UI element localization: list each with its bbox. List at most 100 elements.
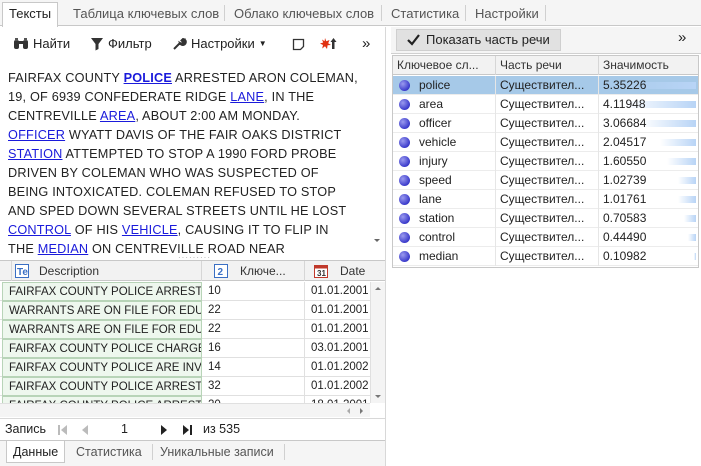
tab-data[interactable]: Данные — [6, 441, 66, 463]
grid-vertical-scrollbar[interactable] — [370, 282, 385, 403]
keyword-row[interactable]: vehicle Существител... 2.04517 — [393, 133, 698, 152]
keyword-link[interactable]: LANE — [230, 90, 264, 104]
significance-cell: 0.10982 — [599, 247, 698, 266]
current-record-field[interactable]: 1 — [121, 422, 128, 436]
significance-value: 1.01761 — [603, 192, 647, 206]
keyword-text: police — [419, 78, 451, 92]
keyword-link[interactable]: POLICE — [124, 71, 172, 85]
date-cell: 01.01.2001 — [311, 285, 369, 297]
column-description-header[interactable]: Te Description — [12, 261, 202, 281]
keyword-text: station — [419, 211, 455, 225]
table-row[interactable]: FAIRFAX COUNTY POLICE ARRESTED 32 01.01.20… — [0, 377, 370, 396]
keyword-row[interactable]: speed Существител... 1.02739 — [393, 171, 698, 190]
keyword-row[interactable]: injury Существител... 1.60550 — [393, 152, 698, 171]
vertical-splitter[interactable] — [385, 27, 391, 466]
tab-keyword-table[interactable]: Таблица ключевых слов — [66, 2, 226, 26]
scroll-right-arrow-icon[interactable] — [358, 406, 366, 416]
keyword-row[interactable]: area Существител... 4.11948 — [393, 95, 698, 114]
keys-cell: 32 — [203, 377, 305, 396]
tab-settings[interactable]: Настройки — [468, 2, 546, 26]
keywords-toolbar: Показать часть речи » — [391, 27, 701, 54]
column-keyword-header[interactable]: Ключевое сл... — [393, 56, 496, 75]
part-of-speech-cell: Существител... — [496, 209, 599, 228]
part-of-speech-cell: Существител... — [496, 228, 599, 247]
keyword-row[interactable]: officer Существител... 3.06684 — [393, 114, 698, 133]
settings-dropdown-button[interactable]: Настройки ▼ — [172, 34, 267, 54]
column-significance-header[interactable]: Значимость — [599, 56, 698, 75]
keys-cell: 22 — [203, 320, 305, 339]
keyword-text: officer — [419, 116, 452, 130]
filter-button[interactable]: Фильтр — [90, 34, 152, 54]
text-column-icon: Te — [15, 264, 29, 278]
more-overflow-icon[interactable]: » — [362, 34, 370, 54]
keyword-link[interactable]: OFFICER — [8, 128, 65, 142]
scroll-up-arrow-icon[interactable] — [373, 284, 383, 292]
keyword-row[interactable]: police Существител... 5.35226 — [393, 76, 698, 95]
keyword-text: vehicle — [419, 135, 457, 149]
find-label: Найти — [33, 36, 71, 51]
part-of-speech-cell: Существител... — [496, 95, 599, 114]
keyword-text: control — [419, 230, 456, 244]
chevron-down-icon: ▼ — [258, 39, 267, 48]
grid-horizontal-scrollbar[interactable] — [0, 403, 370, 417]
settings-label: Настройки — [191, 36, 255, 51]
keyword-cell: vehicle — [393, 133, 496, 152]
significance-value: 1.02739 — [603, 173, 647, 187]
column-date-header[interactable]: 31 Date — [305, 261, 385, 281]
text-segment: WYATT DAVIS OF THE FAIR OAKS DISTRICT — [65, 128, 342, 142]
note-icon — [292, 38, 305, 51]
table-row[interactable]: WARRANTS ARE ON FILE FOR EDUARDO22 01.01.… — [0, 320, 370, 339]
text-segment: FAIRFAX COUNTY — [8, 71, 124, 85]
column-part-of-speech-header[interactable]: Часть речи — [496, 56, 599, 75]
highlight-keywords-button[interactable] — [319, 34, 341, 54]
tab-texts[interactable]: Тексты — [2, 2, 59, 27]
records-grid: Te Description 2 Ключе... 31 Date FAIRFAX C… — [0, 260, 385, 417]
find-button[interactable]: Найти — [13, 34, 70, 54]
keyword-row[interactable]: median Существител... 0.10982 — [393, 247, 698, 266]
tab-unique-records[interactable]: Уникальные записи — [154, 441, 280, 463]
svg-text:Te: Te — [17, 267, 28, 278]
scroll-left-arrow-icon[interactable] — [344, 406, 352, 416]
keyword-link[interactable]: STATION — [8, 147, 63, 161]
column-keys-header[interactable]: 2 Ключе... — [202, 261, 305, 281]
part-of-speech-cell: Существител... — [496, 152, 599, 171]
next-record-icon[interactable] — [158, 424, 170, 436]
row-indicator-header — [0, 261, 12, 281]
table-row[interactable]: FAIRFAX COUNTY POLICE ARRESTED 10 01.01.20… — [0, 282, 370, 301]
keyword-link[interactable]: AREA — [100, 109, 135, 123]
significance-bar — [684, 215, 696, 222]
keyword-link[interactable]: VEHICLE — [122, 223, 178, 237]
first-record-icon[interactable] — [57, 424, 69, 436]
description-cell: FAIRFAX COUNTY POLICE ARRESTED — [2, 282, 202, 301]
text-scrollbar[interactable] — [370, 62, 385, 255]
description-cell: FAIRFAX COUNTY POLICE CHARGED — [2, 339, 202, 358]
number-column-icon: 2 — [214, 264, 228, 278]
keyword-row[interactable]: control Существител... 0.44490 — [393, 228, 698, 247]
note-button[interactable] — [292, 34, 309, 54]
part-of-speech-cell: Существител... — [496, 171, 599, 190]
keyword-row[interactable]: station Существител... 0.70583 — [393, 209, 698, 228]
table-row[interactable]: WARRANTS ARE ON FILE FOR EDUARDO22 01.01.… — [0, 301, 370, 320]
part-of-speech-cell: Существител... — [496, 247, 599, 266]
show-part-of-speech-button[interactable]: Показать часть речи — [396, 29, 561, 51]
text-viewer: FAIRFAX COUNTY POLICE ARRESTED ARON COLE… — [0, 62, 385, 255]
keyword-cell: speed — [393, 171, 496, 190]
tab-keyword-cloud[interactable]: Облако ключевых слов — [227, 2, 381, 26]
keyword-link[interactable]: CONTROL — [8, 223, 71, 237]
keyword-text: injury — [419, 154, 448, 168]
tab-separator — [152, 444, 153, 460]
last-record-icon[interactable] — [181, 424, 193, 436]
keyword-row[interactable]: lane Существител... 1.01761 — [393, 190, 698, 209]
scroll-down-arrow-icon[interactable] — [373, 393, 383, 401]
significance-value: 0.44490 — [603, 230, 647, 244]
keyword-link[interactable]: MEDIAN — [38, 242, 89, 255]
table-row[interactable]: FAIRFAX COUNTY POLICE ARE INVESTIGATING1… — [0, 358, 370, 377]
significance-bar — [694, 253, 696, 260]
previous-record-icon[interactable] — [79, 424, 91, 436]
more-overflow-icon[interactable]: » — [678, 29, 686, 46]
scroll-down-arrow-icon[interactable] — [372, 237, 382, 245]
keys-cell: 22 — [203, 301, 305, 320]
tab-statistics[interactable]: Статистика — [384, 2, 466, 26]
table-row[interactable]: FAIRFAX COUNTY POLICE CHARGED 16 03.01.200… — [0, 339, 370, 358]
tab-bottom-statistics[interactable]: Статистика — [70, 441, 148, 463]
